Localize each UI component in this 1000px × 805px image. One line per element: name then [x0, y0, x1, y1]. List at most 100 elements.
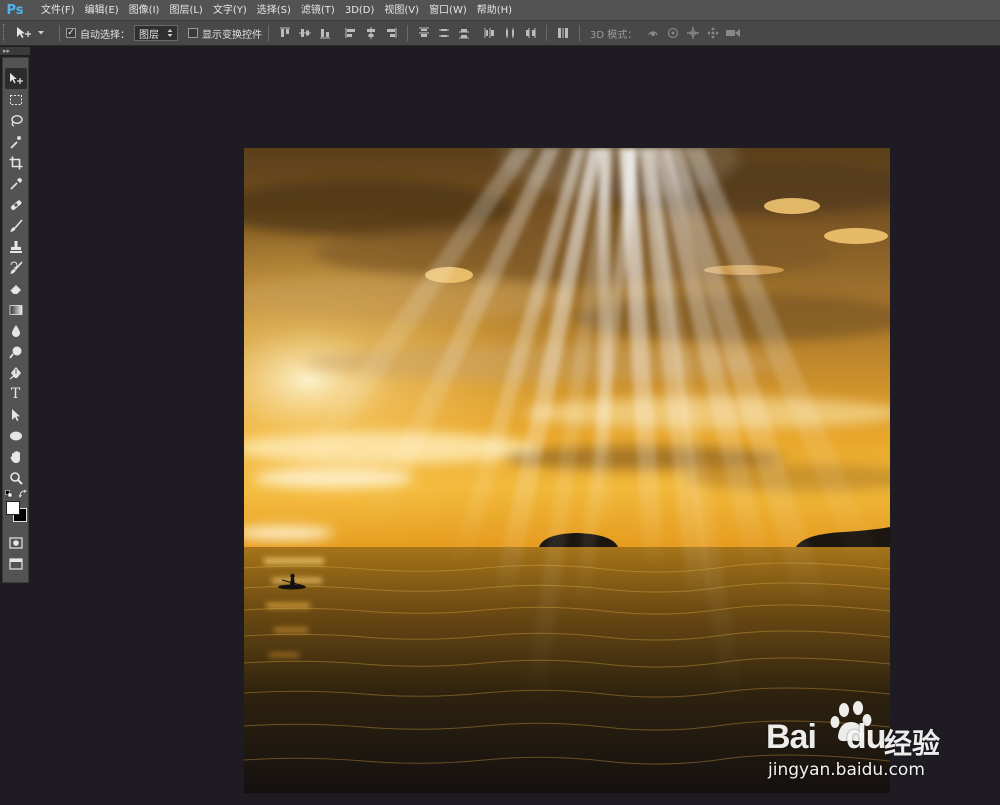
- mode-3d-label: 3D 模式：: [590, 29, 638, 41]
- tool-clone-stamp[interactable]: [5, 236, 27, 257]
- tool-magic-wand[interactable]: [5, 131, 27, 152]
- options-bar: ✓ 自动选择： 图层 显示变换控件 3D 模式：: [0, 21, 1000, 46]
- align-horizontal-centers-icon[interactable]: [362, 24, 380, 42]
- gradient-icon: [9, 304, 22, 315]
- foreground-color-swatch[interactable]: [5, 501, 20, 515]
- tool-history-brush[interactable]: [5, 257, 27, 278]
- tool-marquee[interactable]: [5, 89, 27, 110]
- show-transform-label: 显示变换控件: [202, 29, 262, 41]
- tool-eraser[interactable]: [5, 278, 27, 299]
- tool-eyedropper[interactable]: [5, 173, 27, 194]
- separator: [268, 25, 269, 41]
- distribute-top-icon[interactable]: [415, 24, 433, 42]
- menu-3d[interactable]: 3D(D): [340, 0, 380, 21]
- auto-select-checkbox[interactable]: ✓: [66, 28, 76, 38]
- zoom-icon: [9, 471, 23, 485]
- tools-panel: T: [2, 57, 29, 583]
- magic-wand-icon: [9, 135, 21, 149]
- lasso-icon: [10, 114, 23, 127]
- tool-quick-mask[interactable]: [5, 532, 27, 553]
- show-transform-checkbox[interactable]: [188, 28, 198, 38]
- baidu-jingyan-watermark: Bai du 经验 jingyan.baidu.com: [766, 700, 986, 790]
- rotate-3d-icon[interactable]: [644, 24, 662, 42]
- menu-layer[interactable]: 图层(L): [164, 0, 207, 21]
- align-vertical-centers-icon[interactable]: [296, 24, 314, 42]
- menu-select[interactable]: 选择(S): [252, 0, 296, 21]
- updown-arrows-icon: [167, 29, 173, 37]
- tool-hand[interactable]: [5, 446, 27, 467]
- type-icon: T: [10, 385, 21, 402]
- menu-view[interactable]: 视图(V): [379, 0, 424, 21]
- separator: [546, 25, 547, 41]
- tool-gradient[interactable]: [5, 299, 27, 320]
- distribute-left-icon[interactable]: [481, 24, 499, 42]
- path-selection-icon: [11, 408, 20, 421]
- tool-zoom[interactable]: [5, 467, 27, 488]
- distribute-bottom-icon[interactable]: [455, 24, 473, 42]
- history-brush-icon: [10, 260, 23, 274]
- options-bar-grip[interactable]: [3, 24, 9, 42]
- auto-select-dropdown[interactable]: 图层: [134, 25, 178, 41]
- watermark-url: jingyan.baidu.com: [768, 760, 925, 780]
- photoshop-logo: Ps: [6, 2, 24, 18]
- tool-crop[interactable]: [5, 152, 27, 173]
- move-icon: [9, 72, 23, 84]
- crop-icon: [9, 156, 22, 169]
- auto-select-label: 自动选择：: [80, 29, 130, 41]
- blur-icon: [11, 324, 20, 337]
- separator: [59, 25, 60, 41]
- toolbar-collapse-handle[interactable]: ▸▸: [0, 47, 30, 55]
- chevron-down-icon: [38, 31, 44, 35]
- sunset-sea-image: [244, 148, 890, 793]
- menu-file[interactable]: 文件(F): [36, 0, 80, 21]
- color-swatches: [4, 490, 28, 526]
- tool-blur[interactable]: [5, 320, 27, 341]
- distribute-vcenter-icon[interactable]: [435, 24, 453, 42]
- screen-mode-icon: [8, 557, 23, 570]
- eyedropper-icon: [9, 177, 22, 190]
- menu-bar: Ps 文件(F) 编辑(E) 图像(I) 图层(L) 文字(Y) 选择(S) 滤…: [0, 0, 1000, 21]
- tool-type[interactable]: T: [5, 383, 27, 404]
- distribute-hcenter-icon[interactable]: [501, 24, 519, 42]
- menu-image[interactable]: 图像(I): [124, 0, 165, 21]
- watermark-brand: Bai du: [766, 718, 886, 756]
- align-right-edges-icon[interactable]: [382, 24, 400, 42]
- align-bottom-edges-icon[interactable]: [316, 24, 334, 42]
- tool-path-selection[interactable]: [5, 404, 27, 425]
- separator: [579, 25, 580, 41]
- tool-preset-picker[interactable]: [15, 26, 45, 40]
- roll-3d-icon[interactable]: [664, 24, 682, 42]
- align-left-edges-icon[interactable]: [342, 24, 360, 42]
- tool-brush[interactable]: [5, 215, 27, 236]
- tool-dodge[interactable]: [5, 341, 27, 362]
- distribute-right-icon[interactable]: [521, 24, 539, 42]
- brush-icon: [10, 218, 23, 232]
- swap-colors-icon[interactable]: [18, 490, 27, 498]
- tool-screen-mode[interactable]: [5, 553, 27, 574]
- align-top-edges-icon[interactable]: [276, 24, 294, 42]
- tool-lasso[interactable]: [5, 110, 27, 131]
- menu-filter[interactable]: 滤镜(T): [296, 0, 340, 21]
- hand-icon: [10, 450, 20, 463]
- tool-healing-brush[interactable]: [5, 194, 27, 215]
- default-colors-icon[interactable]: [4, 490, 13, 498]
- menu-window[interactable]: 窗口(W): [424, 0, 472, 21]
- ellipse-icon: [9, 431, 22, 440]
- quick-mask-icon: [8, 536, 23, 549]
- menu-edit[interactable]: 编辑(E): [80, 0, 124, 21]
- slide-3d-icon[interactable]: [704, 24, 722, 42]
- auto-align-layers-icon[interactable]: [554, 24, 572, 42]
- menu-type[interactable]: 文字(Y): [208, 0, 252, 21]
- scale-3d-icon[interactable]: [724, 24, 742, 42]
- menu-help[interactable]: 帮助(H): [472, 0, 517, 21]
- drag-3d-icon[interactable]: [684, 24, 702, 42]
- dodge-icon: [8, 346, 21, 359]
- separator: [407, 25, 408, 41]
- healing-brush-icon: [10, 199, 21, 210]
- tool-move[interactable]: [4, 68, 27, 89]
- tool-ellipse[interactable]: [5, 425, 27, 446]
- auto-select-value: 图层: [139, 29, 159, 41]
- tool-pen[interactable]: [5, 362, 27, 383]
- pen-icon: [9, 366, 21, 379]
- document-canvas[interactable]: [244, 148, 890, 793]
